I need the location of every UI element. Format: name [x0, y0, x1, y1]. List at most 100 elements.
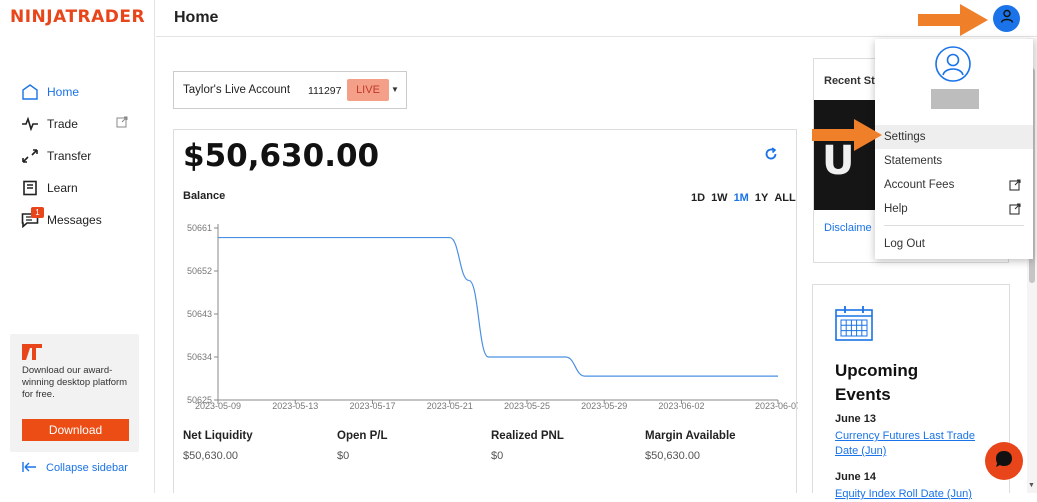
ninjatrader-logo[interactable]: NINJATRADER	[10, 7, 145, 27]
menu-item-label: Statements	[884, 155, 943, 167]
sidebar-item-label: Messages	[47, 213, 102, 227]
x-tick-label: 2023-05-25	[504, 401, 550, 411]
refresh-icon[interactable]	[764, 147, 778, 165]
annotation-arrow-user-icon	[918, 4, 988, 36]
range-1m[interactable]: 1M	[734, 192, 749, 204]
menu-item-log-out[interactable]: Log Out	[875, 232, 1033, 256]
header: Home	[156, 0, 1037, 37]
x-tick-label: 2023-06-02	[658, 401, 704, 411]
download-button[interactable]: Download	[22, 419, 129, 441]
metric-net-liquidity: Net Liquidity $50,630.00	[183, 430, 253, 462]
sidebar-item-label: Trade	[47, 117, 78, 131]
x-tick-label: 2023-05-13	[272, 401, 318, 411]
event-link[interactable]: Equity Index Roll Date (Jun)	[835, 487, 975, 502]
menu-item-label: Log Out	[884, 238, 925, 250]
promo-text: Download our award-winning desktop platf…	[22, 365, 128, 400]
sidebar-item-trade[interactable]: Trade	[0, 108, 155, 140]
y-tick-label: 50661	[187, 223, 212, 233]
menu-item-help[interactable]: Help	[875, 197, 1033, 221]
user-dropdown-menu: Settings Statements Account Fees Help Lo…	[875, 39, 1033, 259]
annotation-arrow-settings	[812, 119, 882, 151]
menu-item-label: Account Fees	[884, 179, 955, 191]
pulse-icon	[20, 114, 40, 134]
external-link-icon	[1009, 203, 1021, 218]
upcoming-events-card: Upcoming Events June 13 Currency Futures…	[812, 284, 1010, 500]
sidebar-item-transfer[interactable]: Transfer	[0, 140, 155, 172]
book-icon	[20, 178, 40, 198]
sidebar-item-label: Transfer	[47, 149, 92, 163]
metric-value: $50,630.00	[645, 450, 701, 462]
range-1d[interactable]: 1D	[691, 192, 705, 204]
collapse-sidebar-button[interactable]: Collapse sidebar	[22, 461, 128, 475]
page-title: Home	[174, 9, 219, 26]
menu-item-settings[interactable]: Settings	[875, 125, 1033, 149]
chat-icon	[994, 449, 1014, 474]
chevron-down-icon: ▼	[391, 85, 399, 94]
scroll-down-icon[interactable]: ▼	[1028, 482, 1035, 489]
y-tick-label: 50652	[187, 266, 212, 276]
collapse-label: Collapse sidebar	[46, 462, 128, 474]
menu-item-label: Settings	[884, 131, 926, 143]
x-tick-label: 2023-06-07	[755, 401, 798, 411]
x-tick-label: 2023-05-21	[427, 401, 473, 411]
collapse-arrow-icon	[22, 461, 36, 475]
disclaimer-link[interactable]: Disclaime	[824, 222, 872, 234]
event-link[interactable]: Currency Futures Last Trade Date (Jun)	[835, 429, 975, 459]
metric-margin-available: Margin Available $50,630.00	[645, 430, 736, 462]
avatar-icon	[934, 45, 972, 88]
menu-divider	[884, 225, 1024, 226]
balance-chart: 50661506525064350634506252023-05-09 2023-…	[187, 223, 798, 411]
external-link-icon	[1009, 179, 1021, 194]
sidebar-item-messages[interactable]: 1 Messages	[0, 204, 155, 236]
x-tick-label: 2023-05-17	[349, 401, 395, 411]
x-tick-label: 2023-05-09	[195, 401, 241, 411]
user-icon	[1000, 9, 1014, 28]
range-1w[interactable]: 1W	[711, 192, 728, 204]
user-menu-button[interactable]	[993, 5, 1020, 32]
chat-button[interactable]	[985, 442, 1023, 480]
recent-title: Recent St	[824, 75, 875, 87]
live-badge: LIVE	[347, 79, 389, 101]
range-1y[interactable]: 1Y	[755, 192, 768, 204]
range-selector: 1D 1W 1M 1Y ALL	[691, 192, 796, 204]
account-name: Taylor's Live Account	[183, 84, 291, 96]
metric-realized-pnl: Realized PNL $0	[491, 430, 564, 462]
account-selector[interactable]: Taylor's Live Account 111297 LIVE ▼	[173, 71, 407, 109]
menu-item-statements[interactable]: Statements	[875, 149, 1033, 173]
event-date: June 13	[835, 413, 876, 425]
metric-label: Net Liquidity	[183, 430, 253, 442]
events-title: Upcoming Events	[835, 361, 919, 404]
metric-label: Margin Available	[645, 430, 736, 442]
user-name-redacted	[931, 89, 979, 109]
metric-value: $50,630.00	[183, 450, 239, 462]
y-tick-label: 50643	[187, 309, 212, 319]
sidebar-item-label: Home	[47, 85, 80, 99]
event-date: June 14	[835, 471, 876, 483]
home-icon	[20, 82, 40, 102]
menu-item-label: Help	[884, 203, 908, 215]
transfer-icon	[20, 146, 40, 166]
calendar-icon	[835, 305, 873, 346]
messages-badge: 1	[31, 207, 44, 218]
account-number: 111297	[308, 85, 342, 97]
menu-item-account-fees[interactable]: Account Fees	[875, 173, 1033, 197]
metric-value: $0	[337, 450, 350, 462]
balance-panel: $50,630.00 Balance 1D 1W 1M 1Y ALL 50661…	[173, 129, 798, 493]
sidebar-nav: Home Trade Transfer Learn 1 Messages	[0, 76, 155, 236]
sidebar-item-label: Learn	[47, 181, 78, 195]
external-link-icon	[116, 116, 128, 131]
metric-label: Realized PNL	[491, 430, 564, 442]
y-tick-label: 50634	[187, 352, 212, 362]
balance-series-line	[218, 236, 778, 377]
sidebar-item-learn[interactable]: Learn	[0, 172, 155, 204]
sidebar-item-home[interactable]: Home	[0, 76, 155, 108]
x-tick-label: 2023-05-29	[581, 401, 627, 411]
balance-label: Balance	[183, 190, 226, 202]
nt-logo-icon	[22, 344, 42, 365]
download-promo: Download our award-winning desktop platf…	[10, 334, 139, 452]
metric-open-pl: Open P/L $0	[337, 430, 387, 462]
metric-label: Open P/L	[337, 430, 388, 442]
range-all[interactable]: ALL	[774, 192, 795, 204]
metric-value: $0	[491, 450, 504, 462]
sidebar: NINJATRADER Home Trade Transfer Learn 1 …	[0, 0, 155, 493]
